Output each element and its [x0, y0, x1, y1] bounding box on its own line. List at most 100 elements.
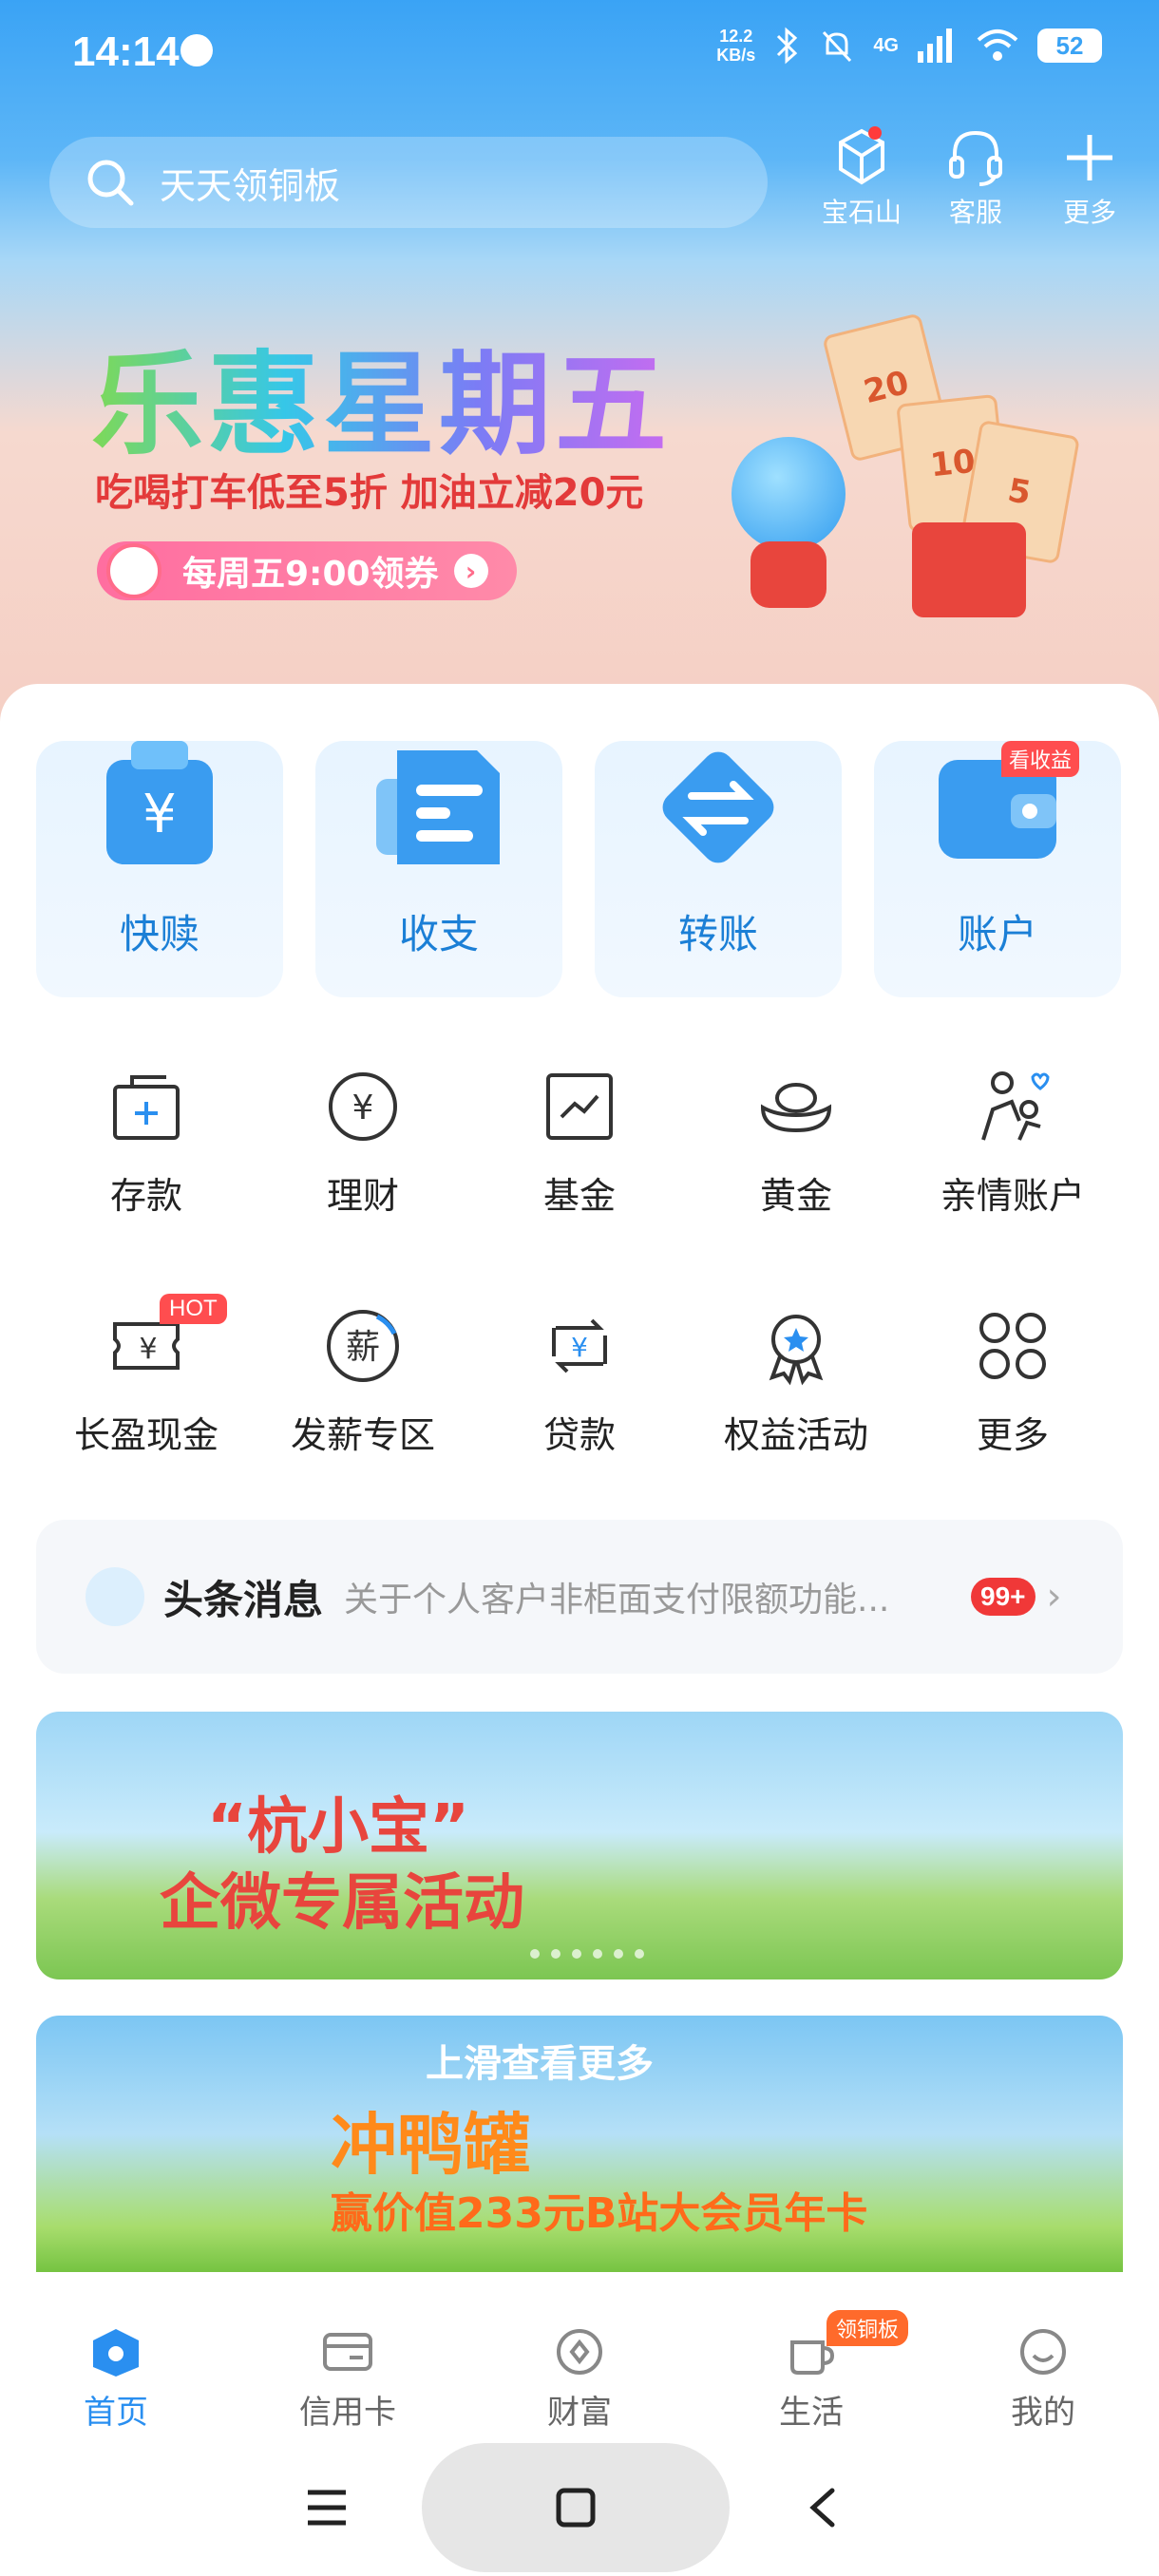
- gem-mountain-button[interactable]: 宝石山: [821, 123, 902, 230]
- mascot-body: [750, 541, 826, 608]
- swipe-up-hint: 上滑查看更多: [426, 2042, 654, 2086]
- tab-credit-card-label: 信用卡: [299, 2394, 396, 2432]
- tile-account-label: 账户: [957, 911, 1037, 957]
- chevron-right-icon: ›: [453, 554, 488, 588]
- bottom-tab-bar: 首页 信用卡 财富 领铜板 生活 我的: [0, 2272, 1159, 2443]
- signal-icon: [918, 28, 952, 63]
- grid-item-wealth[interactable]: ¥ 理财: [255, 1064, 471, 1219]
- status-indicators: 12.2 KB/s 4G 52: [716, 27, 1102, 65]
- fund-chart-icon: [546, 1073, 613, 1140]
- grid-label: 贷款: [542, 1414, 616, 1456]
- banner2-line1: 冲鸭罐: [331, 2106, 530, 2184]
- status-time: 14:14: [72, 28, 180, 75]
- award-icon: [769, 1315, 824, 1386]
- grid-item-salary[interactable]: 薪 发薪专区: [255, 1303, 471, 1458]
- grid-item-rewards[interactable]: 权益活动: [688, 1303, 904, 1458]
- yuan-card-icon: ¥: [106, 741, 213, 864]
- main-content: ¥ 快赎 收支 转账 看收益 账户 存款 ¥ 理财 基金 黄金 亲情账户 ¥ H…: [0, 684, 1159, 2280]
- grid-item-more[interactable]: 更多: [904, 1303, 1121, 1458]
- tab-life[interactable]: 领铜板 生活: [695, 2272, 927, 2443]
- home-icon: [93, 2329, 139, 2377]
- grid-label: 存款: [109, 1175, 182, 1217]
- tab-wealth-label: 财富: [547, 2394, 612, 2432]
- banner2-line2: 赢价值233元B站大会员年卡: [331, 2189, 868, 2238]
- alarm-clock-icon: [106, 543, 162, 598]
- tab-life-label: 生活: [779, 2394, 844, 2432]
- banner1-line2: 企微专属活动: [160, 1868, 524, 1939]
- grid-item-deposit[interactable]: 存款: [38, 1064, 255, 1219]
- gem-mountain-label: 宝石山: [821, 197, 902, 228]
- svg-text:¥: ¥: [142, 784, 177, 845]
- account-earnings-tag: 看收益: [1000, 741, 1079, 777]
- tab-mine[interactable]: 我的: [927, 2272, 1159, 2443]
- search-bar[interactable]: 天天领铜板: [49, 137, 768, 228]
- family-icon: [981, 1071, 1050, 1141]
- wealth-circle-icon: [557, 2329, 602, 2375]
- app-notification-icon: [180, 34, 213, 66]
- tab-home-label: 首页: [84, 2394, 148, 2432]
- grid-item-fund[interactable]: 基金: [471, 1064, 688, 1219]
- gift-box-illustration: [912, 522, 1026, 617]
- svg-text:¥: ¥: [352, 1089, 374, 1127]
- salary-glyph: 薪: [346, 1328, 380, 1367]
- promo-subtitle: 吃喝打车低至5折 加油立减20元: [95, 471, 644, 515]
- menu-icon[interactable]: [304, 2487, 350, 2529]
- grid-label: 长盈现金: [73, 1414, 218, 1456]
- tab-wealth[interactable]: 财富: [464, 2272, 695, 2443]
- grid-label: 基金: [542, 1175, 616, 1217]
- promo-title: 乐惠星期五: [91, 313, 671, 476]
- back-icon[interactable]: [804, 2485, 842, 2530]
- headset-icon: [949, 130, 1002, 186]
- grid-item-loan[interactable]: ¥ 贷款: [471, 1303, 688, 1458]
- plus-icon: [1067, 135, 1112, 180]
- system-navigation-bar: [0, 2443, 1159, 2576]
- home-nav-button[interactable]: [422, 2443, 730, 2572]
- smile-icon: [1020, 2329, 1066, 2375]
- grid-item-family-account[interactable]: 亲情账户: [904, 1064, 1121, 1219]
- customer-service-label: 客服: [948, 197, 1002, 228]
- quick-tiles: ¥ 快赎 收支 转账 看收益 账户: [36, 741, 1121, 997]
- grid-label: 理财: [326, 1175, 399, 1217]
- hot-tag: HOT: [160, 1294, 227, 1324]
- tab-credit-card[interactable]: 信用卡: [232, 2272, 464, 2443]
- tile-transfer-label: 转账: [677, 911, 758, 957]
- headline-news-bar[interactable]: 头条消息 关于个人客户非柜面支付限额功能... 99+ ›: [36, 1520, 1123, 1674]
- tile-income-expense[interactable]: 收支: [315, 741, 562, 997]
- status-bar: 14:14 12.2 KB/s 4G 52: [0, 0, 1159, 104]
- banner1-line1: “杭小宝”: [207, 1792, 470, 1863]
- customer-service-button[interactable]: 客服: [935, 123, 1016, 230]
- tile-quick-redeem-label: 快赎: [119, 911, 200, 957]
- more-grid-icon: [979, 1313, 1046, 1379]
- more-actions-button[interactable]: 更多: [1049, 123, 1130, 230]
- battery-indicator: 52: [1037, 28, 1102, 63]
- search-icon: [87, 160, 134, 206]
- wealth-icon: ¥: [329, 1072, 397, 1141]
- tile-income-expense-label: 收支: [398, 911, 479, 957]
- svg-text:¥: ¥: [571, 1332, 588, 1363]
- news-count-badge: 99+: [971, 1578, 1036, 1616]
- promo-button-label: 每周五9:00领券: [182, 555, 439, 594]
- grid-label: 亲情账户: [940, 1175, 1085, 1217]
- tab-mine-label: 我的: [1011, 2394, 1075, 2432]
- square-icon: [556, 2488, 596, 2528]
- tile-quick-redeem[interactable]: ¥ 快赎: [36, 741, 283, 997]
- promo-coupon-button[interactable]: 每周五9:00领券 ›: [97, 541, 517, 600]
- service-grid-row-2: ¥ HOT 长盈现金 薪 发薪专区 ¥ 贷款 权益活动 更多: [38, 1294, 1121, 1458]
- tab-home[interactable]: 首页: [0, 2272, 232, 2443]
- grid-item-gold[interactable]: 黄金: [688, 1064, 904, 1219]
- grid-label: 权益活动: [723, 1414, 868, 1456]
- tile-account[interactable]: 看收益 账户: [874, 741, 1121, 997]
- top-actions: 宝石山 客服 更多: [821, 123, 1130, 230]
- enterprise-wechat-banner[interactable]: “杭小宝” 企微专属活动: [36, 1712, 1123, 1979]
- loan-icon: ¥: [552, 1318, 607, 1373]
- grid-item-long-cash[interactable]: ¥ HOT 长盈现金: [38, 1294, 255, 1458]
- svg-text:¥: ¥: [139, 1333, 157, 1366]
- tile-transfer[interactable]: 转账: [595, 741, 842, 997]
- duck-jar-banner[interactable]: 上滑查看更多 冲鸭罐 赢价值233元B站大会员年卡: [36, 2016, 1123, 2280]
- grid-label: 黄金: [759, 1175, 832, 1217]
- news-message: 关于个人客户非柜面支付限额功能...: [344, 1581, 890, 1619]
- net-speed: 12.2 KB/s: [716, 27, 756, 65]
- gold-ingot-icon: [760, 1083, 832, 1133]
- promo-banner[interactable]: 乐惠星期五 吃喝打车低至5折 加油立减20元 每周五9:00领券 › 20 10…: [0, 285, 1159, 703]
- hot-news-icon: [86, 1567, 144, 1626]
